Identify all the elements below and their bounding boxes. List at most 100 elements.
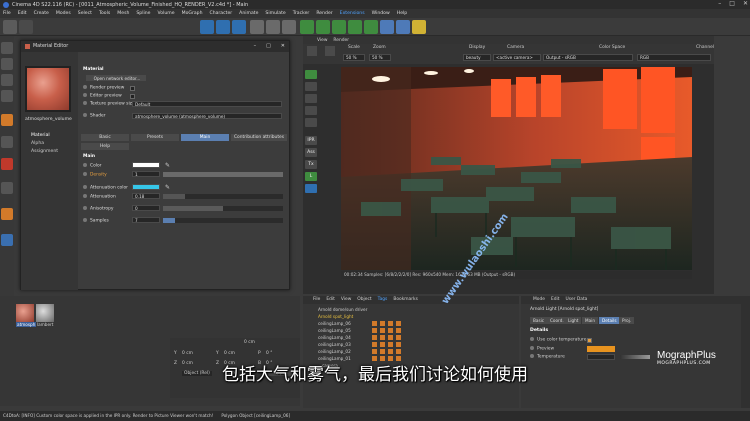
tab-main[interactable]: Main (181, 134, 229, 141)
menu-create[interactable]: Create (34, 11, 49, 16)
eyedropper-icon[interactable]: ✎ (165, 162, 170, 169)
keyframe-icon[interactable] (530, 346, 534, 350)
axis-z-icon[interactable] (282, 20, 296, 34)
viewer-menu-view[interactable]: View (317, 38, 327, 43)
maximize-icon[interactable]: □ (729, 0, 735, 7)
om-menu-object[interactable]: Object (357, 296, 371, 304)
channel-assignment[interactable]: Assignment (31, 149, 58, 154)
menu-volume[interactable]: Volume (158, 11, 175, 16)
density-field[interactable]: 1 (132, 171, 160, 177)
lock-icon[interactable] (1, 208, 13, 220)
material-label-atmosphere[interactable]: atmosph (16, 322, 37, 327)
material-thumb-lambert[interactable] (36, 304, 54, 322)
object-row[interactable]: Arnold dome/sun driver (312, 306, 518, 313)
menu-simulate[interactable]: Simulate (265, 11, 285, 16)
menu-tools[interactable]: Tools (99, 11, 110, 16)
keyframe-icon[interactable] (530, 337, 534, 341)
redo-icon[interactable] (19, 20, 33, 34)
zoom-dropdown[interactable]: 50 % (369, 54, 391, 61)
scale-dropdown[interactable]: 50 % (343, 54, 365, 61)
close-icon[interactable]: ✕ (281, 43, 285, 49)
om-menu-view[interactable]: View (341, 296, 351, 304)
menu-mograph[interactable]: MoGraph (182, 11, 203, 16)
am-menu-edit[interactable]: Edit (551, 296, 560, 304)
rotate-tool-icon[interactable] (232, 20, 246, 34)
tab-basic[interactable]: Basic (81, 134, 129, 141)
viewer-tool-icon-3[interactable] (305, 94, 317, 103)
am-tab-details[interactable]: Details (599, 317, 620, 324)
pen-spline-icon[interactable] (316, 20, 330, 34)
material-editor-titlebar[interactable]: Material Editor – □ ✕ (21, 41, 289, 52)
keyframe-icon[interactable] (83, 113, 87, 117)
keyframe-icon[interactable] (83, 163, 87, 167)
render-image[interactable] (341, 67, 692, 270)
channel-dropdown[interactable]: RGB (637, 54, 711, 61)
move-tool-icon[interactable] (200, 20, 214, 34)
om-menu-tags[interactable]: Tags (378, 296, 388, 304)
menu-extensions[interactable]: Extensions (340, 11, 365, 16)
rot-p-field[interactable]: 0 ° (266, 351, 272, 356)
temperature-preview-swatch[interactable] (587, 346, 615, 352)
menu-modes[interactable]: Modes (56, 11, 71, 16)
keyframe-icon[interactable] (83, 93, 87, 97)
samples-field[interactable]: 7 (132, 217, 160, 223)
record-icon[interactable] (1, 158, 13, 170)
temperature-slider[interactable] (620, 355, 650, 359)
edges-mode-icon[interactable] (1, 136, 13, 148)
workplane-icon[interactable] (1, 182, 13, 194)
menu-animate[interactable]: Animate (239, 11, 258, 16)
am-menu-mode[interactable]: Mode (533, 296, 545, 304)
attenuation-field[interactable]: 0.18 (132, 193, 160, 199)
am-tab-proj[interactable]: Proj. (619, 317, 635, 324)
tx-icon[interactable]: Tx (305, 160, 317, 169)
am-menu-user-data[interactable]: User Data (565, 296, 587, 304)
scale-tool-icon[interactable] (216, 20, 230, 34)
points-mode-icon[interactable] (1, 90, 13, 102)
am-tab-main[interactable]: Main (582, 317, 598, 324)
object-row[interactable]: ceilingLamp_03 (312, 341, 518, 348)
keyframe-icon[interactable] (83, 218, 87, 222)
attenuation-slider[interactable] (163, 194, 283, 199)
minimize-icon[interactable]: – (254, 43, 257, 49)
shader-dropdown[interactable]: atmosphere_volume (atmosphere_volume) (132, 113, 282, 119)
om-menu-file[interactable]: File (313, 296, 320, 304)
color-swatch[interactable] (132, 162, 160, 168)
object-row-selected[interactable]: Arnold spot_light (312, 313, 518, 320)
viewer-tool-icon-1[interactable] (305, 70, 317, 79)
viewer-tool-icon-5[interactable] (305, 118, 317, 127)
menu-file[interactable]: File (3, 11, 11, 16)
tag-icons[interactable] (372, 328, 402, 333)
object-row[interactable]: ceilingLamp_06 (312, 320, 518, 327)
camera-icon[interactable] (396, 20, 410, 34)
snap-icon[interactable] (1, 114, 13, 126)
material-preview-swatch[interactable] (25, 66, 71, 112)
menu-select[interactable]: Select (78, 11, 92, 16)
tab-presets[interactable]: Presets (131, 134, 179, 141)
keyframe-icon[interactable] (83, 206, 87, 210)
floor-icon[interactable] (380, 20, 394, 34)
subdivision-icon[interactable] (332, 20, 346, 34)
l-icon[interactable]: L (305, 172, 317, 181)
menu-help[interactable]: Help (397, 11, 407, 16)
object-row[interactable]: ceilingLamp_04 (312, 334, 518, 341)
menu-character[interactable]: Character (209, 11, 232, 16)
undo-icon[interactable] (3, 20, 17, 34)
stop-render-icon[interactable] (325, 46, 335, 56)
cube-primitive-icon[interactable] (300, 20, 314, 34)
close-icon[interactable]: ✕ (743, 0, 748, 7)
keyframe-icon[interactable] (530, 354, 534, 358)
minimize-icon[interactable]: – (718, 0, 721, 7)
channel-alpha[interactable]: Alpha (31, 141, 44, 146)
menu-mesh[interactable]: Mesh (117, 11, 129, 16)
ass-icon[interactable]: Ass (305, 148, 317, 157)
tag-icons[interactable] (372, 321, 402, 326)
density-slider[interactable] (163, 172, 283, 177)
tab-help[interactable]: Help (81, 143, 129, 150)
material-thumb-atmosphere[interactable] (16, 304, 34, 322)
paint-icon[interactable] (1, 234, 13, 246)
texture-preview-dropdown[interactable]: Default (132, 101, 282, 107)
render-preview-checkbox[interactable] (130, 86, 135, 91)
viewer-tool-icon-4[interactable] (305, 106, 317, 115)
editor-preview-checkbox[interactable] (130, 94, 135, 99)
size-y-field[interactable]: 0 cm (224, 351, 235, 356)
